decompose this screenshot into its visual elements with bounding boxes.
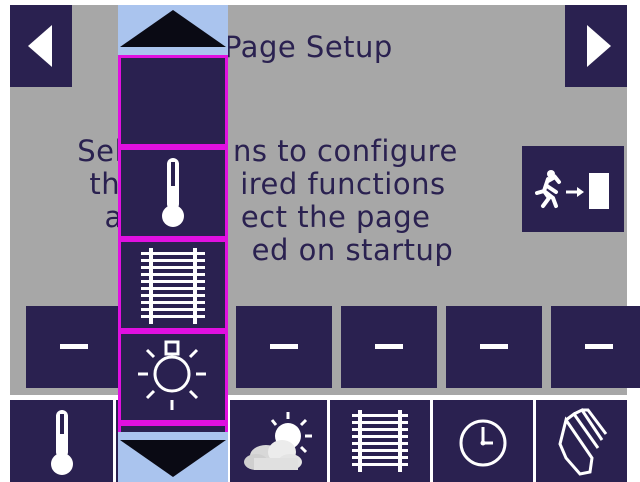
left-arrow-icon	[28, 25, 52, 67]
weather-icon	[244, 412, 312, 470]
exit-door-icon	[535, 170, 609, 209]
hand-icon	[558, 408, 608, 476]
bottom-tab-temperature[interactable]	[12, 400, 112, 482]
up-triangle-icon	[120, 10, 226, 47]
empty-slot-dash	[270, 344, 298, 349]
instruction-text: Sel ns to configure th ired functions a ect…	[10, 135, 525, 267]
thermometer-icon	[51, 410, 73, 475]
right-arrow-icon	[587, 25, 611, 67]
timer-icon	[459, 419, 507, 467]
page-title: Page Setup	[224, 30, 393, 64]
instruction-line: Sel ns to configure	[77, 134, 458, 168]
bottom-tab-timer[interactable]	[433, 400, 533, 482]
picker-item-temperature[interactable]	[118, 147, 228, 239]
instruction-line: a ect the page	[104, 200, 431, 234]
thermometer-icon	[162, 158, 184, 227]
next-page-button[interactable]	[565, 5, 627, 87]
empty-slot-dash	[480, 344, 508, 349]
exit-button[interactable]	[522, 146, 624, 232]
picker-item-empty[interactable]	[118, 55, 228, 147]
picker-item-lighting[interactable]	[118, 331, 228, 423]
blinds-icon	[141, 248, 205, 324]
instruction-line: th ired functions	[89, 167, 446, 201]
slot-button[interactable]	[341, 306, 437, 388]
picker-item-blinds[interactable]	[118, 239, 228, 331]
empty-slot-dash	[60, 344, 88, 349]
slot-button[interactable]	[236, 306, 332, 388]
slot-button[interactable]	[26, 306, 122, 388]
bottom-tab-weather[interactable]	[230, 400, 330, 482]
empty-slot-dash	[375, 344, 403, 349]
bottom-tab-touch[interactable]	[536, 400, 636, 482]
blinds-icon	[352, 410, 408, 472]
slot-button[interactable]	[551, 306, 640, 388]
slot-button[interactable]	[446, 306, 542, 388]
down-triangle-icon	[120, 440, 226, 477]
picker-scroll-down-button[interactable]	[118, 432, 228, 482]
bottom-tab-blinds[interactable]	[330, 400, 430, 482]
picker-scroll-up-button[interactable]	[118, 5, 228, 55]
light-bulb-icon	[138, 340, 206, 410]
prev-page-button[interactable]	[10, 5, 72, 87]
instruction-line: ed on startup	[251, 233, 454, 267]
empty-slot-dash	[585, 344, 613, 349]
bar-divider	[113, 400, 116, 482]
